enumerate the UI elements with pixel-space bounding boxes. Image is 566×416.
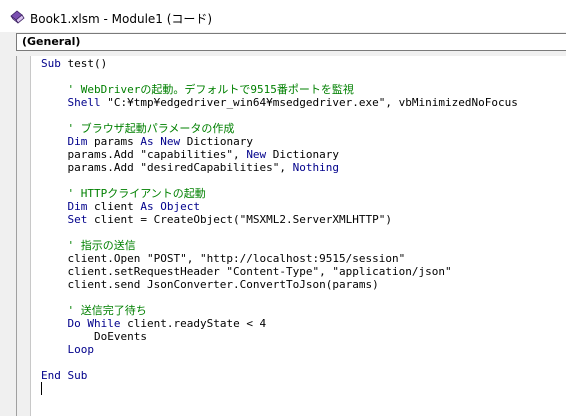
code-comment: ' ブラウザ起動パラメータの作成 [41,122,235,135]
window-title: Book1.xlsm - Module1 (コード) [30,12,213,26]
code-line[interactable]: Set client = CreateObject("MSXML2.Server… [41,213,518,226]
code-text-run: params [87,135,141,148]
code-text-run: client.setRequestHeader "Content-Type", … [41,265,452,278]
code-line[interactable]: client.send JsonConverter.ConvertToJson(… [41,278,518,291]
code-keyword: Nothing [292,161,340,174]
code-comment: ' 指示の送信 [41,239,136,252]
code-line[interactable] [41,356,518,369]
procedure-bar: (General) [0,32,566,54]
code-editor[interactable]: Sub test() ' WebDriverの起動。デフォルトで9515番ポート… [16,56,566,416]
code-text-run: DoEvents [41,330,147,343]
code-line[interactable] [41,382,518,395]
code-text-run: client = CreateObject("MSXML2.ServerXMLH… [87,213,392,226]
code-keyword: New [246,148,267,161]
code-line[interactable]: ' 送信完了待ち [41,304,518,317]
code-line[interactable] [41,174,518,187]
code-line[interactable]: Sub test() [41,57,518,70]
code-line[interactable]: Do While client.readyState < 4 [41,317,518,330]
code-text-run: Dictionary [180,135,253,148]
code-line[interactable]: Dim params As New Dictionary [41,135,518,148]
code-keyword: As Object [140,200,200,213]
code-line[interactable]: ' HTTPクライアントの起動 [41,187,518,200]
code-line[interactable]: params.Add "desiredCapabilities", Nothin… [41,161,518,174]
code-text-run: "C:¥tmp¥edgedriver_win64¥msedgedriver.ex… [100,96,518,109]
code-line[interactable]: Shell "C:¥tmp¥edgedriver_win64¥msedgedri… [41,96,518,109]
code-comment: ' 送信完了待ち [41,304,147,317]
code-line[interactable]: params.Add "capabilities", New Dictionar… [41,148,518,161]
code-line[interactable]: Loop [41,343,518,356]
code-keyword: As New [140,135,181,148]
code-text[interactable]: Sub test() ' WebDriverの起動。デフォルトで9515番ポート… [41,57,518,395]
code-line[interactable]: Dim client As Object [41,200,518,213]
margin-indicator-bar[interactable] [17,56,31,416]
code-text-run: client.send JsonConverter.ConvertToJson(… [41,278,379,291]
code-text-run: params.Add "desiredCapabilities", [41,161,293,174]
vba-module-icon [10,9,26,24]
object-combo[interactable]: (General) [16,33,566,51]
code-text-run: client [87,200,141,213]
code-line[interactable] [41,109,518,122]
text-cursor [41,382,42,395]
code-line[interactable]: ' WebDriverの起動。デフォルトで9515番ポートを監視 [41,83,518,96]
code-line[interactable]: End Sub [41,369,518,382]
code-text-run: client.readyState < 4 [120,317,267,330]
code-line[interactable] [41,70,518,83]
code-keyword: End Sub [41,369,88,382]
title-bar[interactable]: Book1.xlsm - Module1 (コード) [0,0,566,33]
code-line[interactable]: client.Open "POST", "http://localhost:95… [41,252,518,265]
code-line[interactable]: ' ブラウザ起動パラメータの作成 [41,122,518,135]
code-line[interactable]: ' 指示の送信 [41,239,518,252]
code-keyword: Sub [41,57,61,70]
code-keyword: Loop [41,343,94,356]
code-keyword: Set [41,213,88,226]
code-text-run: client.Open "POST", "http://localhost:95… [41,252,406,265]
code-keyword: Shell [41,96,101,109]
code-keyword: Do While [41,317,121,330]
code-line[interactable] [41,226,518,239]
code-comment: ' WebDriverの起動。デフォルトで9515番ポートを監視 [41,83,354,96]
code-text-run: Dictionary [266,148,340,161]
code-text-run: params.Add "capabilities", [41,148,247,161]
code-keyword: Dim [41,200,88,213]
code-line[interactable]: client.setRequestHeader "Content-Type", … [41,265,518,278]
code-line[interactable]: DoEvents [41,330,518,343]
code-text-run: test() [60,57,108,70]
code-line[interactable] [41,291,518,304]
code-keyword: Dim [41,135,88,148]
object-combo-value: (General) [22,35,81,48]
code-comment: ' HTTPクライアントの起動 [41,187,206,200]
